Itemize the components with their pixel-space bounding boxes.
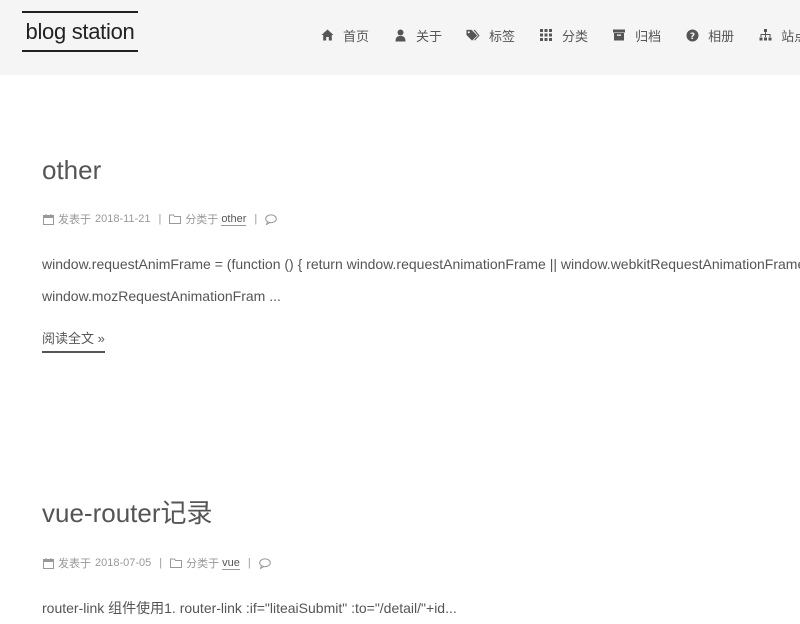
post-date: 2018-11-21 [95,213,151,225]
post-excerpt-line: router-link 组件使用1. router-link :if="lite… [42,600,457,616]
meta-divider: | [247,557,251,569]
post-excerpt: window.requestAnimFrame = (function () {… [42,248,800,312]
post-item: vue-router记录 发表于 2018-07-05 | 分类于 vue | … [42,493,800,624]
site-brand[interactable]: blog station [22,11,138,52]
user-icon [393,28,407,42]
site-title[interactable]: blog station [26,19,135,45]
nav-item-tags-label: 标签 [489,28,516,44]
nav-item-about[interactable]: 关于 [393,26,442,45]
post-meta: 发表于 2018-07-05 | 分类于 vue | [42,555,800,571]
posted-prefix: 发表于 [58,214,91,226]
sitemap-icon [758,28,772,42]
post-excerpt-line: window.requestAnimFrame = (function () {… [42,256,800,272]
comment-icon[interactable] [258,557,271,569]
post-excerpt: router-link 组件使用1. router-link :if="lite… [42,592,800,624]
grid-icon [539,28,553,42]
nav-item-archives[interactable]: 归档 [612,26,661,45]
category-prefix: 分类于 [186,558,220,570]
meta-divider: | [254,213,258,225]
folder-icon [169,213,182,225]
nav-item-tags[interactable]: 标签 [466,26,515,45]
post-item: other 发表于 2018-11-21 | 分类于 other | windo… [42,155,800,353]
posted-prefix: 发表于 [58,558,91,570]
site-header: blog station 首页 关于 标签 分类 归档 ? 相册 站 [0,0,800,75]
nav-item-album[interactable]: ? 相册 [685,26,734,45]
svg-text:?: ? [689,32,694,42]
folder-icon [170,557,183,569]
nav-item-sitemap-label: 站点 [781,28,800,44]
home-icon [320,28,334,42]
post-excerpt-line: window.mozRequestAnimationFram ... [42,288,281,304]
question-circle-icon: ? [685,28,699,42]
nav-item-about-label: 关于 [416,28,443,44]
post-meta: 发表于 2018-11-21 | 分类于 other | [42,211,800,227]
nav-item-album-label: 相册 [708,28,735,44]
archive-icon [612,28,626,42]
nav-item-sitemap[interactable]: 站点 [758,26,800,45]
category-prefix: 分类于 [185,214,219,226]
meta-divider: | [159,557,163,569]
tags-icon [466,28,480,42]
category-link[interactable]: other [221,213,247,226]
post-title[interactable]: vue-router记录 [42,493,800,530]
nav-item-home-label: 首页 [343,28,370,44]
main-nav: 首页 关于 标签 分类 归档 ? 相册 站 [320,25,800,45]
read-more-link[interactable]: 阅读全文 » [42,328,105,353]
meta-divider: | [158,213,162,225]
calendar-icon [42,213,54,225]
calendar-icon [42,557,54,569]
post-title[interactable]: other [42,155,800,186]
category-link[interactable]: vue [222,557,240,570]
comment-icon[interactable] [265,213,278,225]
nav-item-categories[interactable]: 分类 [539,26,588,45]
nav-item-home[interactable]: 首页 [320,26,369,45]
post-date: 2018-07-05 [95,557,152,569]
nav-item-archives-label: 归档 [635,28,662,44]
nav-item-categories-label: 分类 [562,28,589,44]
